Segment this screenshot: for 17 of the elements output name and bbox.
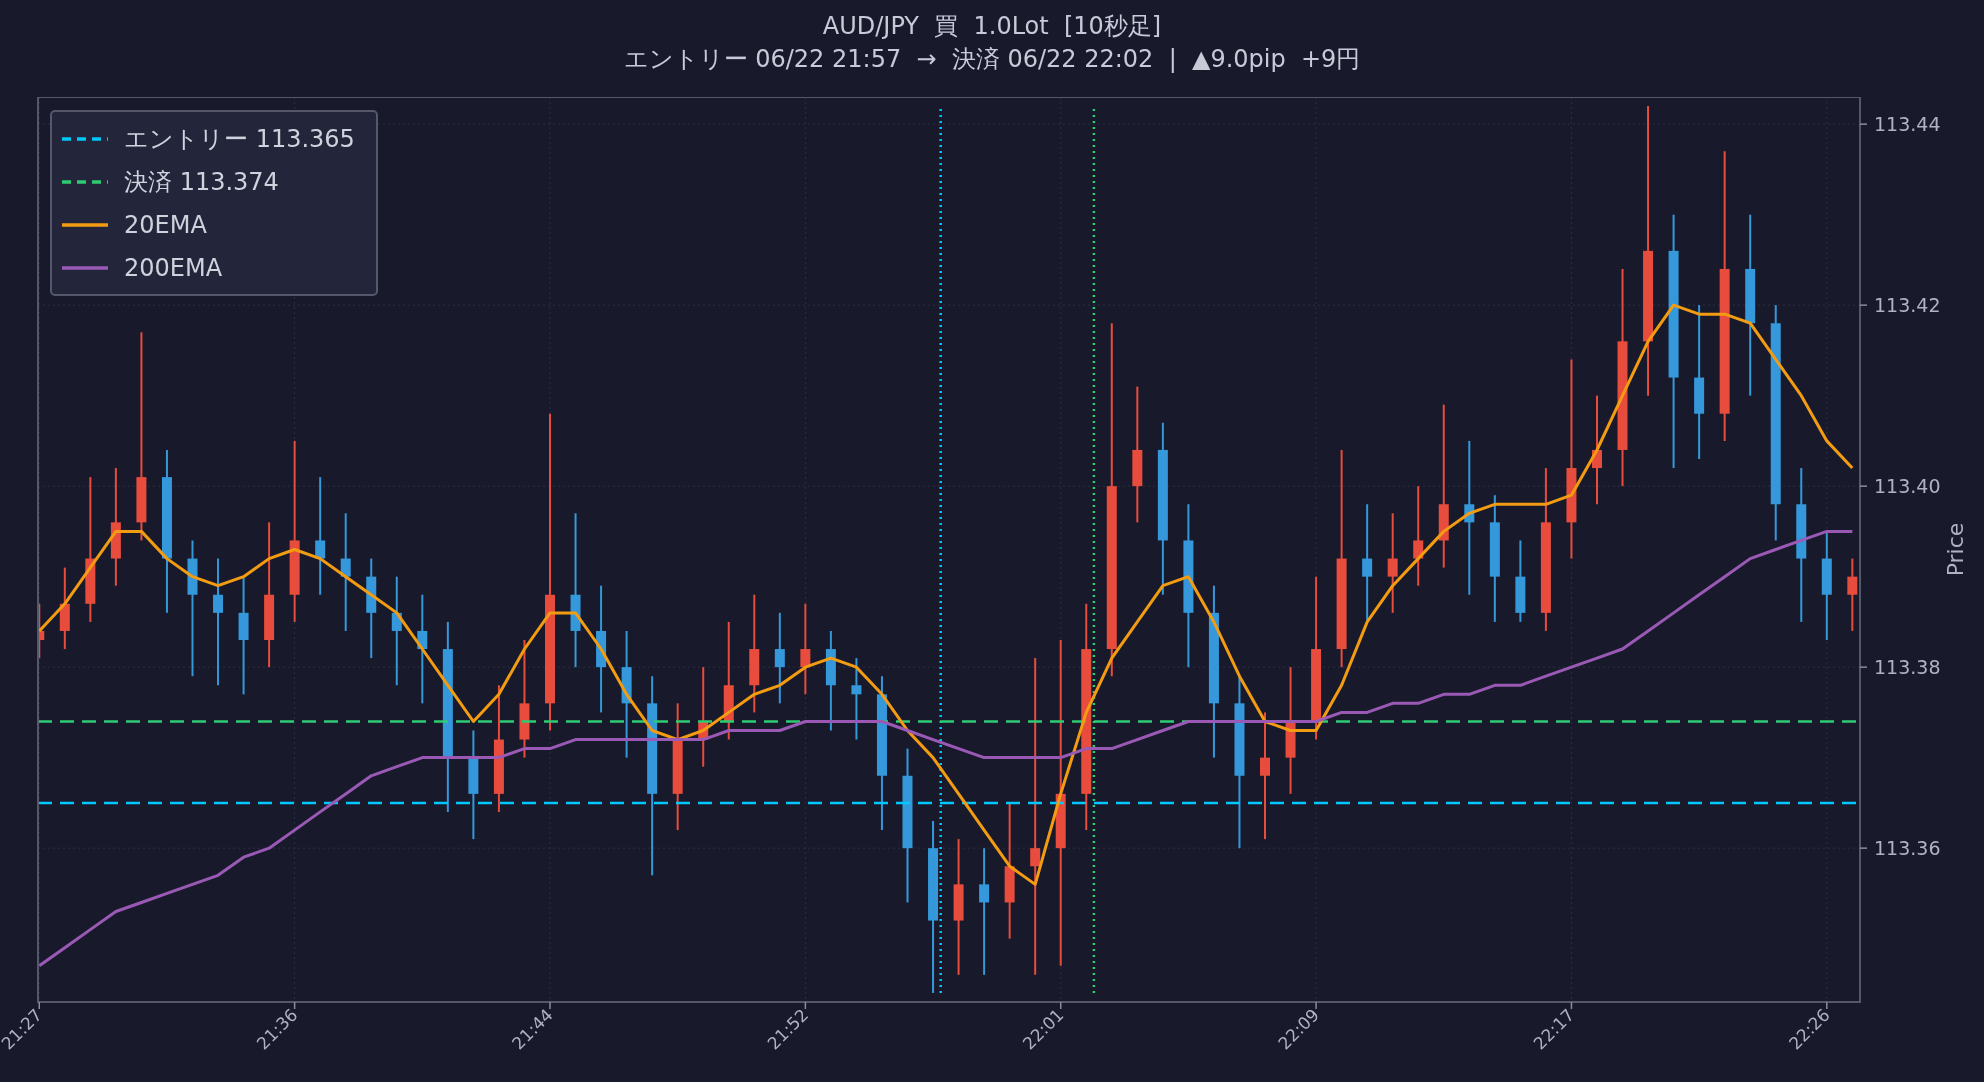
y-axis-label: Price bbox=[1943, 522, 1968, 577]
y-tick-label: 113.36 bbox=[1874, 837, 1941, 860]
y-tick-label: 113.44 bbox=[1874, 113, 1941, 136]
legend-label: 決済 113.374 bbox=[124, 166, 279, 198]
chart-subtitle: エントリー 06/22 21:57 → 決済 06/22 22:02 | ▲9.0pip +9円 bbox=[623, 44, 1361, 75]
legend-swatch-icon bbox=[62, 221, 108, 228]
candlestick bbox=[38, 602, 45, 660]
y-tick-label: 113.40 bbox=[1874, 475, 1941, 498]
chart-title: AUD/JPY 買 1.0Lot [10秒足] bbox=[822, 11, 1162, 42]
legend-label: 20EMA bbox=[124, 210, 207, 239]
y-tick-label: 113.42 bbox=[1874, 294, 1941, 317]
legend-swatch-icon bbox=[62, 135, 108, 142]
legend-label: 200EMA bbox=[124, 253, 223, 282]
legend-label: エントリー 113.365 bbox=[124, 123, 355, 155]
legend-swatch-icon bbox=[62, 264, 108, 271]
legend-swatch-icon bbox=[62, 178, 108, 185]
y-tick-label: 113.38 bbox=[1874, 656, 1941, 679]
